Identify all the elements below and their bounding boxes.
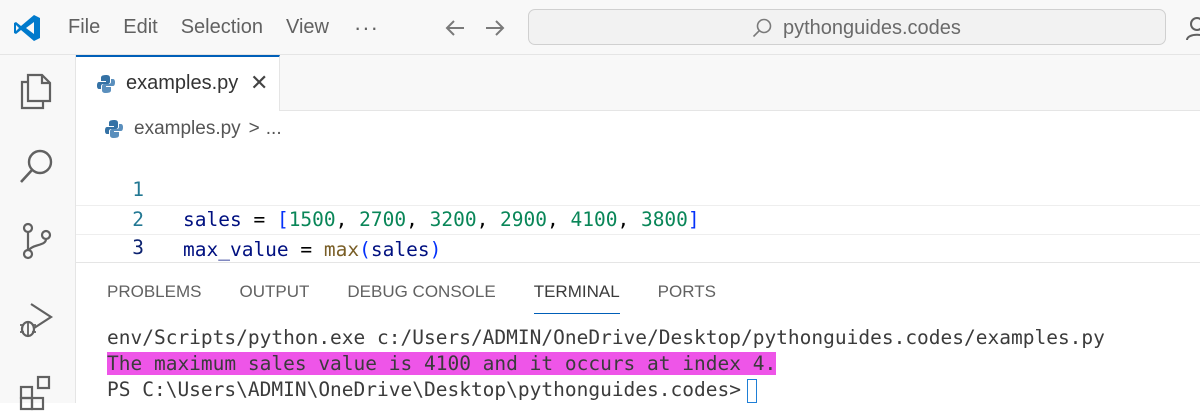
terminal-command-line: env/Scripts/python.exe c:/Users/ADMIN/On… <box>107 326 1105 349</box>
python-file-icon <box>97 75 115 93</box>
terminal-prompt-line[interactable]: PS C:\Users\ADMIN\OneDrive\Desktop\pytho… <box>107 377 757 403</box>
forward-arrow-icon[interactable] <box>482 15 508 41</box>
menu-selection[interactable]: Selection <box>181 16 263 39</box>
tab-label: examples.py <box>126 72 239 94</box>
extensions-icon[interactable] <box>17 373 57 413</box>
code-editor[interactable]: 1 sales = [1500, 2700, 3200, 2900, 4100,… <box>76 144 1200 321</box>
tab-debug-console[interactable]: DEBUG CONSOLE <box>347 282 495 308</box>
panel-tabs: PROBLEMS OUTPUT DEBUG CONSOLE TERMINAL P… <box>107 282 754 314</box>
highlighted-output: The maximum sales value is 4100 and it o… <box>107 352 777 375</box>
breadcrumb-separator: > <box>248 118 260 139</box>
menu-file[interactable]: File <box>68 16 100 39</box>
menu-bar: File Edit Selection View ··· <box>68 0 379 55</box>
tab-terminal[interactable]: TERMINAL <box>533 282 620 314</box>
source-control-icon[interactable] <box>17 221 57 261</box>
activity-bar <box>0 55 76 411</box>
terminal-prompt: PS C:\Users\ADMIN\OneDrive\Desktop\pytho… <box>107 378 741 401</box>
tab-examples-py[interactable]: examples.py ✕ <box>76 55 280 111</box>
editor-tab-bar: examples.py ✕ <box>76 55 1200 111</box>
code-line-1[interactable]: 1 sales = [1500, 2700, 3200, 2900, 4100,… <box>76 145 1200 231</box>
terminal-cursor <box>746 378 757 403</box>
tab-ports[interactable]: PORTS <box>658 282 716 308</box>
vscode-logo-icon <box>14 15 40 41</box>
search-text: pythonguides.codes <box>783 17 961 39</box>
explorer-icon[interactable] <box>17 71 57 111</box>
breadcrumb-file[interactable]: examples.py <box>134 118 241 140</box>
run-debug-icon[interactable] <box>17 299 57 339</box>
account-icon[interactable] <box>1184 15 1200 41</box>
code-line-2[interactable]: 2 max_value = max(sales) <box>76 175 1200 261</box>
title-bar: File Edit Selection View ··· pythonguide… <box>0 0 1200 55</box>
python-file-icon <box>105 120 123 138</box>
bottom-panel: PROBLEMS OUTPUT DEBUG CONSOLE TERMINAL P… <box>76 262 1200 403</box>
menu-view[interactable]: View <box>286 16 329 39</box>
back-arrow-icon[interactable] <box>442 15 468 41</box>
menu-edit[interactable]: Edit <box>123 16 157 39</box>
more-menu-icon[interactable]: ··· <box>354 15 379 41</box>
code-line-4[interactable]: 4 print(f"The maximum sales value is {ma… <box>76 235 1200 321</box>
breadcrumb: examples.py > ... <box>104 117 282 141</box>
search-icon[interactable] <box>17 147 57 187</box>
breadcrumb-symbols[interactable]: ... <box>266 118 282 140</box>
close-tab-icon[interactable]: ✕ <box>250 71 268 95</box>
command-center-search[interactable]: pythonguides.codes <box>528 9 1166 45</box>
tab-problems[interactable]: PROBLEMS <box>107 282 201 308</box>
tab-output[interactable]: OUTPUT <box>239 282 309 308</box>
code-line-3[interactable]: 3 max_index = sales.index(max_value) <box>76 205 1200 287</box>
terminal-output-line: The maximum sales value is 4100 and it o… <box>107 351 777 377</box>
search-icon <box>752 18 772 38</box>
